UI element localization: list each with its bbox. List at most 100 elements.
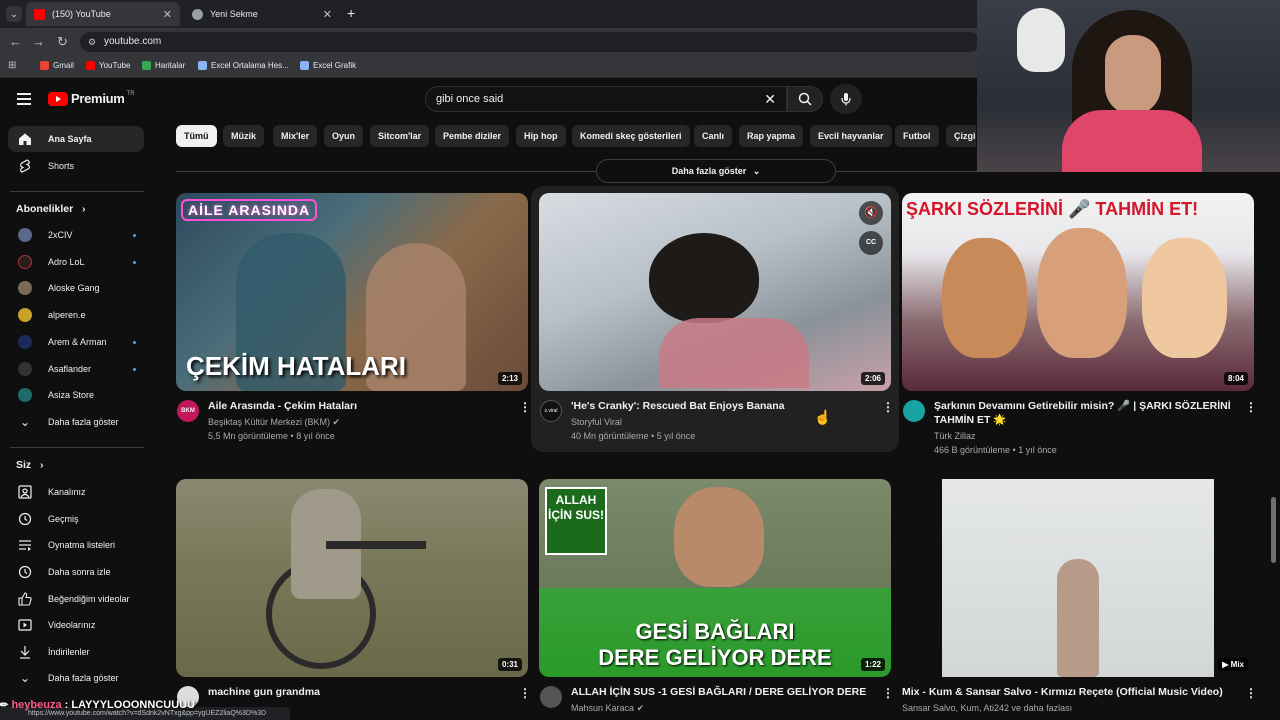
- back-arrow-icon[interactable]: ←: [9, 34, 22, 49]
- bookmark-label: YouTube: [99, 61, 131, 70]
- more-options-icon[interactable]: ⋮: [882, 686, 894, 700]
- show-more-button[interactable]: Daha fazla göster ⌄: [596, 159, 836, 183]
- more-options-icon[interactable]: ⋮: [882, 400, 894, 414]
- channel-avatar[interactable]: BKM: [177, 400, 199, 422]
- document-icon: [300, 61, 309, 70]
- bookmark-label: Excel Ortalama Hes...: [211, 61, 289, 70]
- video-thumbnail[interactable]: ŞARKI SÖZLERİNİ 🎤 TAHMİN ET! 8:04: [902, 193, 1254, 391]
- sidebar-subscription-2xciv[interactable]: 2xCIV: [8, 222, 144, 248]
- chip-sitcoms[interactable]: Sitcom'lar: [370, 125, 430, 147]
- sidebar-item-home[interactable]: Ana Sayfa: [8, 126, 144, 152]
- chip-rap[interactable]: Rap yapma: [739, 125, 804, 147]
- channel-name[interactable]: Mahsun Karaca ✔: [571, 701, 644, 715]
- tab-search-icon[interactable]: ⌄: [6, 6, 22, 22]
- forward-arrow-icon[interactable]: →: [32, 34, 45, 49]
- chip-football[interactable]: Futbol: [895, 125, 939, 147]
- chip-all[interactable]: Tümü: [176, 125, 217, 147]
- bookmark-excel-chart[interactable]: Excel Grafik: [300, 61, 356, 70]
- sidebar-subscription-asaflander[interactable]: Asaflander: [8, 356, 144, 382]
- menu-hamburger-icon[interactable]: [17, 93, 31, 105]
- bookmark-excel-average[interactable]: Excel Ortalama Hes...: [198, 61, 289, 70]
- more-options-icon[interactable]: ⋮: [519, 400, 531, 414]
- reload-icon[interactable]: ↻: [57, 34, 68, 50]
- video-thumbnail[interactable]: AİLE ARASINDA ÇEKİM HATALARI 2:13: [176, 193, 528, 391]
- sidebar-subscription-arem-arman[interactable]: Arem & Arman: [8, 329, 144, 355]
- search-input[interactable]: gibi once said ✕: [425, 86, 787, 112]
- chip-live[interactable]: Canlı: [694, 125, 733, 147]
- chevron-down-icon: ⌄: [752, 166, 761, 176]
- chip-sketch-comedy[interactable]: Komedi skeç gösterileri: [572, 125, 690, 147]
- close-tab-icon[interactable]: ✕: [323, 8, 332, 21]
- youtube-icon: [86, 61, 95, 70]
- captions-button[interactable]: CC: [859, 231, 883, 255]
- channel-name[interactable]: Türk Zillaz: [934, 429, 976, 443]
- channel-avatar[interactable]: [903, 400, 925, 422]
- sidebar-divider: [10, 191, 144, 192]
- sidebar-subscription-asiza-store[interactable]: Asiza Store: [8, 382, 144, 408]
- video-title[interactable]: Mix - Kum & Sansar Salvo - Kırmızı Reçet…: [902, 685, 1232, 699]
- chip-music[interactable]: Müzik: [223, 125, 265, 147]
- sidebar-subscription-adro-lol[interactable]: Adro LoL: [8, 249, 144, 275]
- video-title[interactable]: Şarkının Devamını Getirebilir misin? 🎤 |…: [934, 399, 1234, 427]
- show-more-label: Daha fazla göster: [671, 166, 747, 176]
- sidebar-subscription-alperen[interactable]: alperen.e: [8, 302, 144, 328]
- channel-name[interactable]: Storyful Viral: [571, 415, 622, 429]
- video-title[interactable]: ALLAH İÇİN SUS -1 GESİ BAĞLARI / DERE GE…: [571, 685, 871, 699]
- close-tab-icon[interactable]: ✕: [163, 8, 172, 21]
- more-options-icon[interactable]: ⋮: [1245, 686, 1257, 700]
- video-title[interactable]: Aile Arasında - Çekim Hataları: [208, 399, 508, 413]
- address-bar[interactable]: ⚙ youtube.com: [80, 32, 980, 52]
- chip-soap-operas[interactable]: Pembe diziler: [435, 125, 510, 147]
- chip-pets[interactable]: Evcil hayvanlar: [810, 125, 892, 147]
- mute-button[interactable]: 🔇: [859, 201, 883, 225]
- channel-avatar-slot: [12, 228, 38, 242]
- video-thumbnail[interactable]: ▶ Mix: [902, 479, 1254, 677]
- sidebar-item-your-videos[interactable]: Videolarınız: [8, 612, 144, 638]
- site-info-icon[interactable]: ⚙: [88, 32, 96, 52]
- more-options-icon[interactable]: ⋮: [519, 686, 531, 700]
- apps-grid-icon[interactable]: ⊞: [8, 60, 16, 71]
- sidebar-item-watch-later[interactable]: Daha sonra izle: [8, 559, 144, 585]
- sidebar-item-shorts[interactable]: Shorts: [8, 153, 144, 179]
- thumbnail-face-left: [942, 238, 1027, 358]
- video-thumbnail[interactable]: 🔇 CC 2:06: [539, 193, 891, 391]
- tab-new-tab[interactable]: Yeni Sekme ✕: [184, 2, 340, 26]
- sidebar-item-liked-videos[interactable]: Beğendiğim videolar: [8, 586, 144, 612]
- sidebar-item-history[interactable]: Geçmiş: [8, 506, 144, 532]
- video-title[interactable]: machine gun grandma: [208, 685, 508, 699]
- you-heading[interactable]: Siz ›: [16, 459, 43, 471]
- channel-name-text: Mahsun Karaca: [571, 703, 635, 713]
- video-thumbnail[interactable]: 0:31: [176, 479, 528, 677]
- chip-hip-hop[interactable]: Hip hop: [516, 125, 566, 147]
- bookmark-maps[interactable]: Haritalar: [142, 61, 185, 70]
- sidebar-subscriptions-show-more[interactable]: ⌄ Daha fazla göster: [8, 409, 144, 435]
- sidebar-item-downloads[interactable]: İndirilenler: [8, 639, 144, 665]
- page-scrollbar[interactable]: [1271, 497, 1276, 563]
- sidebar-you-show-more[interactable]: ⌄ Daha fazla göster: [8, 665, 144, 691]
- video-thumbnail[interactable]: ALLAH İÇİN SUS! GESİ BAĞLARI DERE GELİYO…: [539, 479, 891, 677]
- chip-gaming[interactable]: Oyun: [324, 125, 364, 147]
- bookmark-gmail[interactable]: Gmail: [40, 61, 74, 70]
- new-tab-plus-icon[interactable]: +: [347, 5, 355, 21]
- clear-search-icon[interactable]: ✕: [764, 87, 776, 111]
- chevron-right-icon: ›: [40, 460, 44, 471]
- chip-mixes[interactable]: Mix'ler: [273, 125, 318, 147]
- sidebar-item-playlists[interactable]: Oynatma listeleri: [8, 532, 144, 558]
- tab-youtube[interactable]: (150) YouTube ✕: [26, 2, 180, 26]
- chip-cartoons[interactable]: Çizgi: [946, 125, 976, 147]
- bookmark-youtube[interactable]: YouTube: [86, 61, 130, 70]
- voice-search-button[interactable]: [830, 84, 862, 114]
- channel-name[interactable]: Beşiktaş Kültür Merkezi (BKM) ✔: [208, 415, 340, 429]
- youtube-logo[interactable]: Premium TR: [48, 91, 135, 106]
- sidebar-item-label: Daha fazla göster: [48, 673, 119, 683]
- video-stats: 40 Mn görüntüleme • 5 yıl önce: [571, 431, 696, 441]
- channel-avatar[interactable]: s.viral: [540, 400, 562, 422]
- search-button[interactable]: [787, 86, 823, 112]
- sidebar-item-your-channel[interactable]: Kanalınız: [8, 479, 144, 505]
- subscriptions-heading[interactable]: Abonelikler ›: [16, 203, 85, 215]
- channel-name[interactable]: Sansar Salvo, Kum, Ati242 ve daha fazlas…: [902, 701, 1072, 715]
- sidebar-subscription-aloske-gang[interactable]: Aloske Gang: [8, 275, 144, 301]
- more-options-icon[interactable]: ⋮: [1245, 400, 1257, 414]
- section-title: Siz: [16, 459, 32, 471]
- channel-avatar[interactable]: [540, 686, 562, 708]
